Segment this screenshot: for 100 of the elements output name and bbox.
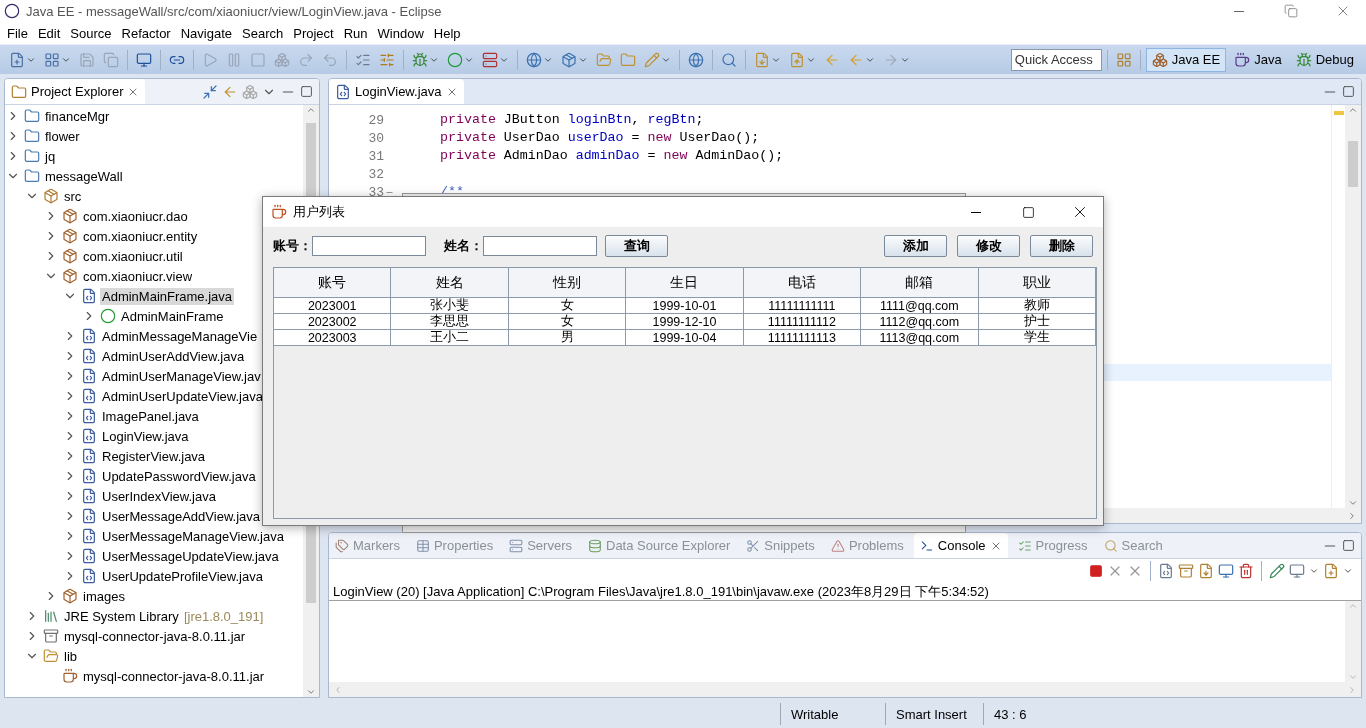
vertical-scrollbar[interactable] (1345, 105, 1361, 508)
tree-item[interactable]: AdminUserManageView.jav (100, 367, 263, 385)
editor-tab[interactable]: LoginView.java (329, 79, 464, 104)
menu-item[interactable]: Window (372, 23, 429, 43)
menu-item[interactable]: Navigate (175, 23, 237, 43)
table-icon (415, 538, 430, 553)
tree-item[interactable]: ImagePanel.java (100, 407, 201, 425)
tree-item[interactable]: messageWall (43, 167, 125, 185)
globe-icon (526, 51, 542, 68)
tree-item[interactable]: com.xiaoniucr.entity (81, 227, 200, 245)
file-code-icon (81, 468, 97, 484)
tree-item[interactable]: UserMessageManageView.java (100, 527, 286, 545)
tree-item[interactable]: UpdatePasswordView.java (100, 467, 258, 485)
tree-item[interactable]: com.xiaoniucr.util (81, 247, 185, 265)
scrollbar-thumb[interactable] (1348, 141, 1358, 187)
column-header[interactable]: 电话 (743, 268, 862, 298)
project-explorer-tab[interactable]: Project Explorer (5, 79, 146, 104)
perspective-button[interactable]: Java (1228, 47, 1288, 72)
tree-item[interactable]: UserIndexView.java (100, 487, 218, 505)
tree-item[interactable]: mysql-connector-java-8.0.11.jar (62, 627, 248, 645)
tree-item[interactable]: UserMessageAddView.java (100, 507, 262, 525)
books-icon (43, 608, 59, 624)
column-header[interactable]: 姓名 (391, 268, 509, 298)
table-cell: 1112@qq.com (861, 314, 979, 330)
tree-item[interactable]: AdminMainFrame (119, 307, 226, 325)
field-label: 账号： (273, 237, 312, 255)
menu-item[interactable]: Run (338, 23, 373, 43)
maximize-icon[interactable] (1342, 85, 1355, 98)
maximize-icon (1021, 205, 1035, 219)
tree-item[interactable]: images (81, 587, 127, 605)
menu-item[interactable]: Edit (32, 23, 66, 43)
maximize-icon[interactable] (1342, 539, 1355, 552)
folder-icon (596, 51, 612, 68)
terminal-icon (919, 538, 934, 553)
display-console-icon[interactable] (1289, 563, 1305, 579)
table-cell: 1113@qq.com (861, 330, 979, 346)
warning-marker[interactable] (1333, 111, 1344, 115)
show-output-icon[interactable] (1218, 563, 1234, 579)
minimize-icon (1234, 10, 1244, 12)
server-icon (509, 538, 524, 553)
tree-item[interactable]: LoginView.java (100, 427, 191, 445)
tree-item[interactable]: UserUpdateProfileView.java (100, 567, 265, 585)
tree-item[interactable]: com.xiaoniucr.view (81, 267, 195, 285)
perspective-button[interactable]: Debug (1289, 47, 1360, 72)
open-console-icon[interactable] (1323, 563, 1339, 579)
tree-item[interactable]: com.xiaoniucr.dao (81, 207, 190, 225)
view-tab[interactable]: Console (913, 533, 1008, 558)
tree-item[interactable]: mysql-connector-java-8.0.11.jar (81, 667, 267, 685)
package-icon (62, 208, 78, 224)
status-item: Smart Insert (885, 703, 983, 725)
dialog-button[interactable]: 删除 (1030, 235, 1093, 257)
tree-item[interactable]: AdminMainFrame.java (100, 287, 235, 305)
tree-item[interactable]: RegisterView.java (100, 447, 208, 465)
menu-item[interactable]: Source (65, 23, 117, 43)
tree-item[interactable]: flower (43, 127, 82, 145)
table-cell: 李思思 (391, 314, 509, 330)
column-header[interactable]: 账号 (274, 268, 392, 298)
input-field[interactable] (312, 236, 426, 256)
menu-item[interactable]: Help (428, 23, 466, 43)
file-code-icon (81, 328, 97, 344)
tree-item[interactable]: JRE System Library (62, 607, 181, 625)
archive-icon (43, 628, 59, 644)
tree-item[interactable]: AdminUserUpdateView.java (100, 387, 265, 405)
input-field[interactable] (483, 236, 597, 256)
tree-item[interactable]: AdminUserAddView.java (100, 347, 247, 365)
terminate-icon[interactable] (1089, 564, 1103, 578)
package-icon (62, 268, 78, 284)
column-header[interactable]: 邮箱 (861, 268, 979, 298)
menu-item[interactable]: Search (237, 23, 289, 43)
cup-icon (1234, 51, 1251, 68)
column-header[interactable]: 职业 (978, 268, 1096, 298)
package-icon (561, 51, 577, 68)
quick-access-field[interactable]: Quick Access (1010, 48, 1102, 71)
file-code-icon (81, 448, 97, 464)
tree-item[interactable]: src (62, 187, 84, 205)
code-line: private JButton loginBtn, regBtn; (439, 111, 705, 129)
menu-item[interactable]: Refactor (116, 23, 176, 43)
collapse-all-icon[interactable] (202, 83, 218, 100)
perspective-button[interactable]: Java EE (1145, 47, 1227, 72)
caret-icon[interactable] (1309, 566, 1319, 576)
tree-item[interactable]: lib (62, 647, 79, 665)
maximize-icon[interactable] (300, 85, 313, 98)
menu-item[interactable]: Project (288, 23, 339, 43)
caret-icon[interactable] (1343, 566, 1353, 576)
file-code-icon (81, 528, 97, 544)
open-perspective-icon (1115, 51, 1132, 68)
column-header[interactable]: 生日 (626, 268, 744, 298)
tree-item[interactable]: UserMessageUpdateView.java (100, 547, 281, 565)
dialog-button[interactable]: 修改 (957, 235, 1020, 257)
tree-item[interactable]: AdminMessageManageVie (100, 327, 260, 345)
dialog-button[interactable]: 添加 (884, 235, 947, 257)
column-header[interactable]: 性别 (508, 268, 627, 298)
menu-item[interactable]: File (2, 23, 33, 43)
table-cell: 1999-10-04 (626, 330, 744, 346)
dialog-button[interactable]: 查询 (605, 235, 668, 257)
tree-item[interactable]: jq (43, 147, 58, 165)
bug-icon (412, 51, 428, 68)
java-file-icon (335, 83, 351, 100)
tree-item[interactable]: financeMgr (43, 107, 112, 125)
window-title: Java EE - messageWall/src/com/xiaoniucr/view/LoginView.java - Eclipse (26, 3, 443, 19)
